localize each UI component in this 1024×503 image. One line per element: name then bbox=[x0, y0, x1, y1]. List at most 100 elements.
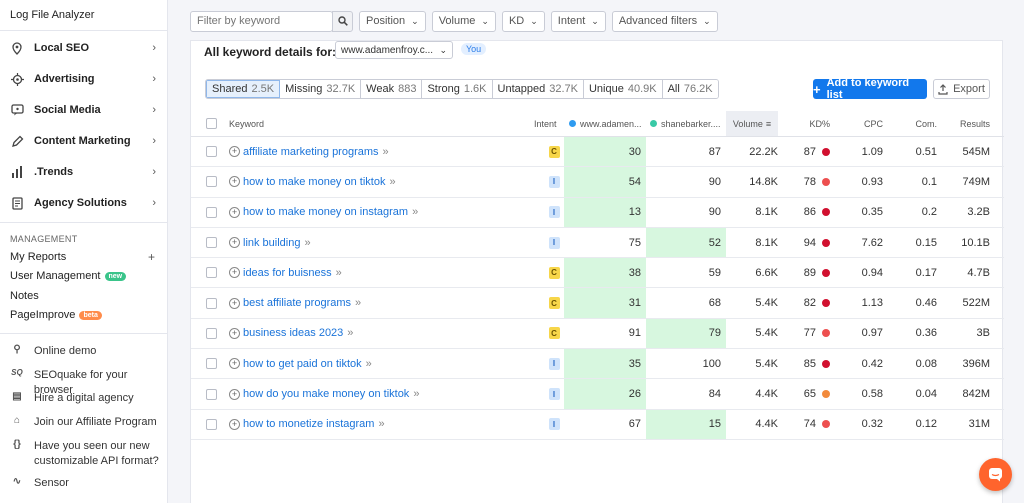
domain1-position[interactable]: 13 bbox=[564, 197, 646, 227]
double-chevron-right-icon[interactable]: » bbox=[412, 206, 418, 218]
sidebar-item-user-management[interactable]: User Management new bbox=[10, 270, 127, 282]
export-button[interactable]: Export bbox=[933, 79, 990, 99]
sidebar-item-api-format[interactable]: {} Have you seen our new customizable API… bbox=[0, 439, 168, 469]
advanced-filters[interactable]: Advanced filters ⌄ bbox=[611, 10, 718, 32]
kd-filter[interactable]: KD ⌄ bbox=[501, 10, 545, 32]
kd-header[interactable]: KD% bbox=[794, 111, 830, 136]
sidebar-item-agency-solutions[interactable]: Agency Solutions › bbox=[0, 191, 168, 215]
double-chevron-right-icon[interactable]: » bbox=[413, 388, 419, 400]
sidebar-item-trends[interactable]: .Trends › bbox=[0, 160, 168, 184]
results-cell[interactable]: 522M bbox=[937, 288, 990, 317]
double-chevron-right-icon[interactable]: » bbox=[383, 146, 389, 158]
results-cell[interactable]: 31M bbox=[937, 410, 990, 439]
keyword-link[interactable]: how to get paid on tiktok bbox=[243, 358, 362, 370]
domain1-position[interactable]: 67 bbox=[564, 410, 646, 439]
cpc-header[interactable]: CPC bbox=[846, 111, 883, 136]
keyword-link[interactable]: ideas for buisness bbox=[243, 267, 332, 279]
segment-tab-missing[interactable]: Missing 32.7K bbox=[280, 80, 362, 98]
row-checkbox[interactable] bbox=[206, 319, 217, 348]
domain2-position[interactable]: 15 bbox=[646, 409, 726, 439]
results-header[interactable]: Results bbox=[947, 111, 990, 136]
results-cell[interactable]: 4.7B bbox=[937, 258, 990, 287]
sidebar-item-my-reports[interactable]: My Reports bbox=[10, 251, 66, 263]
results-cell[interactable]: 842M bbox=[937, 379, 990, 408]
volume-filter[interactable]: Volume ⌄ bbox=[431, 10, 496, 32]
domain1-position[interactable]: 54 bbox=[564, 167, 646, 197]
results-cell[interactable]: 10.1B bbox=[937, 228, 990, 257]
domain2-header[interactable]: shanebarker.... bbox=[650, 111, 721, 136]
domain-select[interactable]: www.adamenfroy.c... ⌄ bbox=[335, 41, 453, 59]
domain2-position[interactable]: 79 bbox=[646, 318, 726, 349]
sidebar-item-notes[interactable]: Notes bbox=[10, 290, 39, 302]
row-checkbox[interactable] bbox=[206, 379, 217, 408]
segment-tab-all[interactable]: All 76.2K bbox=[662, 80, 718, 98]
domain2-position[interactable]: 68 bbox=[646, 288, 726, 317]
segment-tab-shared[interactable]: Shared 2.5K bbox=[206, 80, 281, 98]
row-checkbox[interactable] bbox=[206, 167, 217, 196]
sidebar-item-log-file-analyzer[interactable]: Log File Analyzer bbox=[10, 9, 94, 21]
sidebar-item-sensor[interactable]: ∿ Sensor bbox=[0, 476, 168, 491]
domain2-position[interactable]: 87 bbox=[646, 137, 726, 166]
add-keyword-icon[interactable]: + bbox=[229, 388, 240, 400]
domain1-position[interactable]: 35 bbox=[564, 349, 646, 379]
double-chevron-right-icon[interactable]: » bbox=[304, 237, 310, 249]
segment-tab-weak[interactable]: Weak 883 bbox=[361, 80, 423, 98]
row-checkbox[interactable] bbox=[206, 258, 217, 287]
double-chevron-right-icon[interactable]: » bbox=[366, 358, 372, 370]
sidebar-item-pageimprove[interactable]: PageImprove beta bbox=[10, 309, 102, 321]
row-checkbox[interactable] bbox=[206, 137, 217, 166]
domain2-position[interactable]: 84 bbox=[646, 379, 726, 408]
keyword-link[interactable]: link building bbox=[243, 237, 300, 249]
results-cell[interactable]: 396M bbox=[937, 349, 990, 378]
row-checkbox[interactable] bbox=[206, 349, 217, 378]
keyword-header[interactable]: Keyword bbox=[229, 111, 264, 136]
domain2-position[interactable]: 59 bbox=[646, 258, 726, 287]
add-to-keyword-list-button[interactable]: + Add to keyword list bbox=[813, 77, 927, 101]
segment-tab-unique[interactable]: Unique 40.9K bbox=[583, 80, 663, 98]
add-keyword-icon[interactable]: + bbox=[229, 206, 240, 218]
sidebar-item-advertising[interactable]: Advertising › bbox=[0, 67, 168, 91]
add-keyword-icon[interactable]: + bbox=[229, 267, 240, 279]
com-header[interactable]: Com. bbox=[897, 111, 937, 136]
results-cell[interactable]: 3.2B bbox=[937, 198, 990, 227]
add-keyword-icon[interactable]: + bbox=[229, 176, 240, 188]
double-chevron-right-icon[interactable]: » bbox=[336, 267, 342, 279]
search-button[interactable] bbox=[332, 10, 353, 32]
sidebar-item-online-demo[interactable]: ⚲ Online demo bbox=[0, 344, 168, 359]
domain1-position[interactable]: 26 bbox=[564, 379, 646, 409]
row-checkbox[interactable] bbox=[206, 288, 217, 317]
double-chevron-right-icon[interactable]: » bbox=[389, 176, 395, 188]
add-keyword-icon[interactable]: + bbox=[229, 146, 240, 158]
sidebar-item-affiliate-program[interactable]: ⌂ Join our Affiliate Program bbox=[0, 415, 168, 430]
row-checkbox[interactable] bbox=[206, 198, 217, 227]
position-filter[interactable]: Position ⌄ bbox=[359, 10, 426, 32]
domain2-position[interactable]: 52 bbox=[646, 227, 726, 258]
keyword-link[interactable]: best affiliate programs bbox=[243, 297, 351, 309]
domain1-header[interactable]: www.adamen... bbox=[569, 111, 642, 136]
chat-button[interactable] bbox=[979, 458, 1012, 491]
domain1-position[interactable]: 91 bbox=[564, 319, 646, 348]
keyword-link[interactable]: how to make money on tiktok bbox=[243, 176, 385, 188]
sidebar-item-content-marketing[interactable]: Content Marketing › bbox=[0, 129, 168, 153]
results-cell[interactable]: 545M bbox=[937, 137, 990, 166]
domain2-position[interactable]: 90 bbox=[646, 198, 726, 227]
sidebar-item-hire-agency[interactable]: ▤ Hire a digital agency bbox=[0, 391, 168, 406]
add-keyword-icon[interactable]: + bbox=[229, 237, 240, 249]
select-all-checkbox[interactable] bbox=[206, 111, 217, 136]
add-keyword-icon[interactable]: + bbox=[229, 418, 240, 430]
domain1-position[interactable]: 75 bbox=[564, 228, 646, 257]
intent-filter[interactable]: Intent ⌄ bbox=[550, 10, 606, 32]
results-cell[interactable]: 749M bbox=[937, 167, 990, 196]
add-report-icon[interactable]: + bbox=[148, 250, 155, 264]
double-chevron-right-icon[interactable]: » bbox=[347, 327, 353, 339]
keyword-link[interactable]: affiliate marketing programs bbox=[243, 146, 379, 158]
keyword-filter-input[interactable] bbox=[191, 15, 311, 27]
sidebar-item-local-seo[interactable]: Local SEO › bbox=[0, 36, 168, 60]
keyword-link[interactable]: how to monetize instagram bbox=[243, 418, 374, 430]
sidebar-item-social-media[interactable]: Social Media › bbox=[0, 98, 168, 122]
double-chevron-right-icon[interactable]: » bbox=[355, 297, 361, 309]
keyword-link[interactable]: business ideas 2023 bbox=[243, 327, 343, 339]
row-checkbox[interactable] bbox=[206, 410, 217, 439]
domain1-position[interactable]: 38 bbox=[564, 258, 646, 288]
domain2-position[interactable]: 90 bbox=[646, 167, 726, 196]
